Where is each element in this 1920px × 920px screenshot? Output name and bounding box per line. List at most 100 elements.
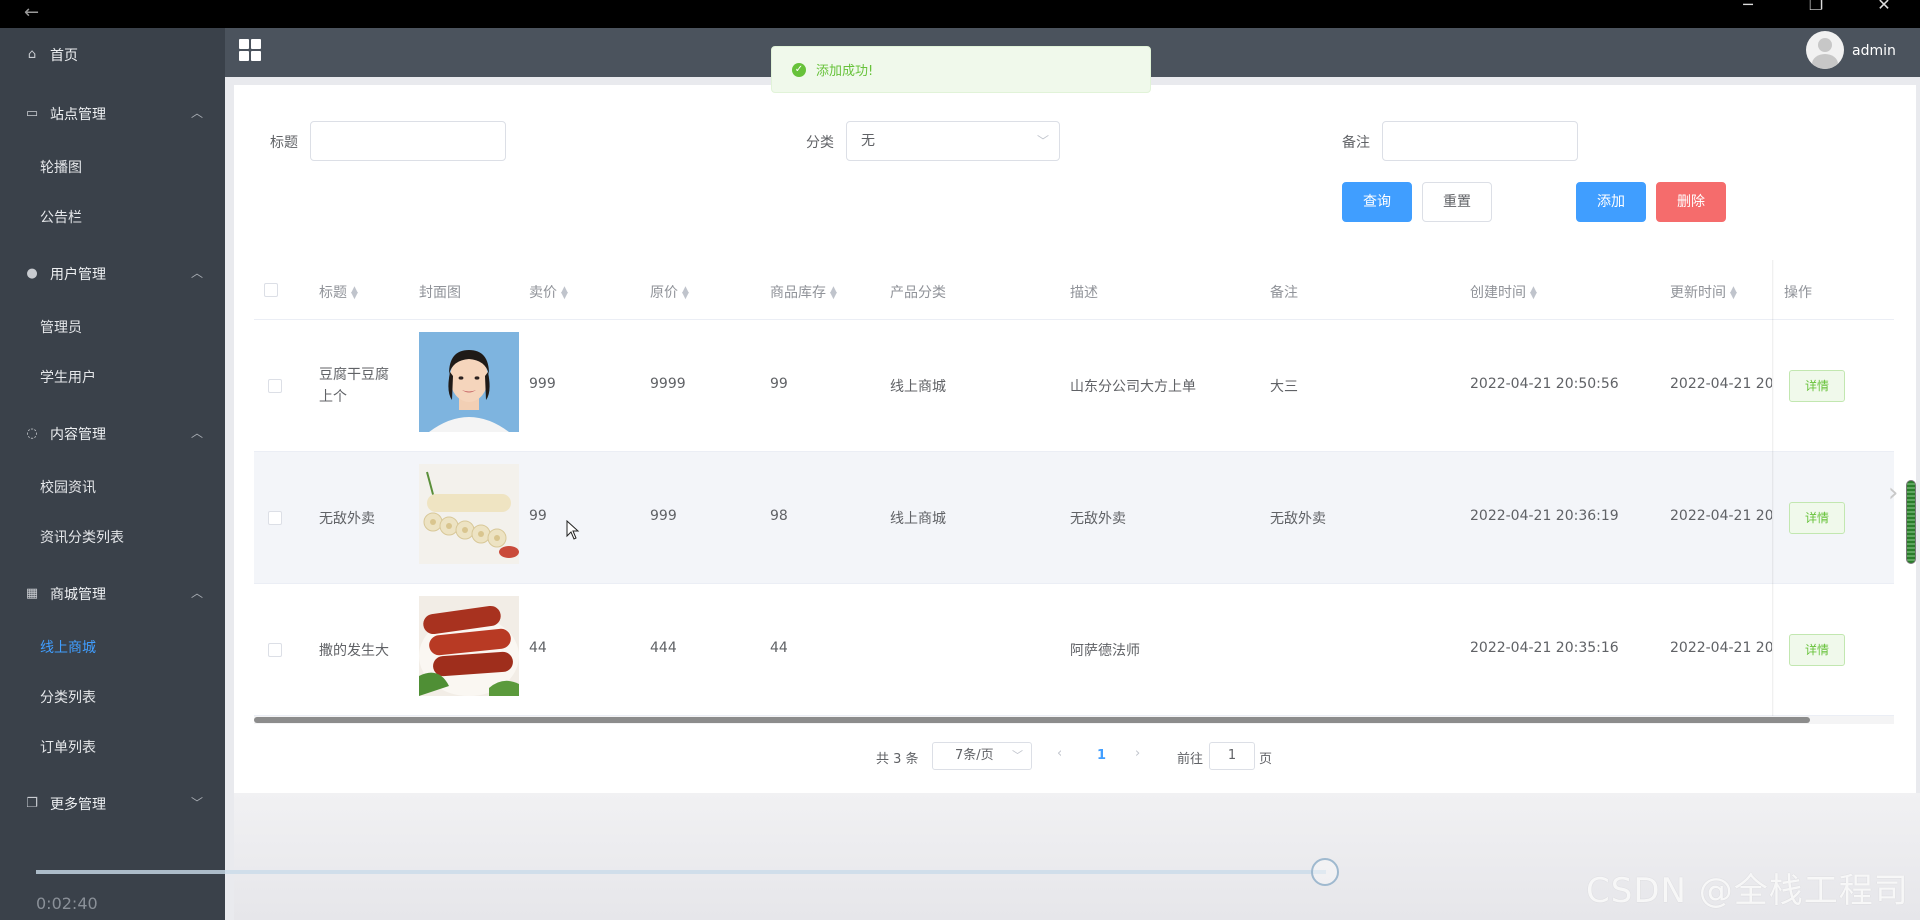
chevron-up-icon: ︿ xyxy=(190,106,203,120)
video-time: 0:02:40 xyxy=(36,894,98,913)
column-header-sell-price[interactable]: 卖价 ▲ ▼ xyxy=(529,282,568,302)
horizontal-scrollbar[interactable] xyxy=(254,716,1894,724)
page-size-select[interactable]: 7条/页 ﹀ xyxy=(932,742,1032,770)
chevron-right-icon[interactable]: › xyxy=(1888,478,1898,508)
pagination-total: 共 3 条 xyxy=(876,752,919,767)
cell-stock: 44 xyxy=(770,640,788,656)
add-button[interactable]: 添加 xyxy=(1576,182,1646,222)
check-circle-icon: ✓ xyxy=(792,62,806,77)
table-row[interactable]: 豆腐干豆腐上个 999 9999 99 线上商城 山东分公司大方上单 大三 20… xyxy=(254,320,1894,452)
close-icon[interactable]: ✕ xyxy=(1864,0,1904,28)
column-header-updated[interactable]: 更新时间 ▲ ▼ xyxy=(1670,282,1737,302)
remark-filter-input[interactable] xyxy=(1382,121,1578,161)
sidebar-item-carousel[interactable]: 轮播图 xyxy=(0,142,225,192)
back-arrow-icon[interactable]: ← xyxy=(24,2,39,23)
sidebar-group-more[interactable]: ❐ 更多管理 ﹀ xyxy=(0,776,225,832)
sidebar-item-home[interactable]: ⌂ 首页 xyxy=(0,28,225,82)
cell-desc: 阿萨德法师 xyxy=(1070,643,1140,659)
sidebar-item-admins[interactable]: 管理员 xyxy=(0,302,225,352)
next-page-icon[interactable]: › xyxy=(1135,746,1140,761)
sidebar-item-label: 订单列表 xyxy=(40,740,96,756)
monitor-icon: ▭ xyxy=(25,106,39,121)
sidebar-item-order-list[interactable]: 订单列表 xyxy=(0,722,225,772)
sort-icon: ▲ ▼ xyxy=(830,285,837,301)
detail-button[interactable]: 详情 xyxy=(1789,634,1845,666)
category-filter-select[interactable]: 无 ﹀ xyxy=(846,121,1060,161)
sidebar-item-students[interactable]: 学生用户 xyxy=(0,352,225,402)
sidebar-group-mall[interactable]: ▦ 商城管理 ︿ xyxy=(0,566,225,622)
reset-button[interactable]: 重置 xyxy=(1422,182,1492,222)
sidebar-group-content[interactable]: ◌ 内容管理 ︿ xyxy=(0,406,225,462)
sidebar-item-label: 公告栏 xyxy=(40,210,82,226)
sidebar-group-label: 内容管理 xyxy=(50,427,106,443)
remark-filter-label: 备注 xyxy=(1342,135,1370,151)
sidebar-item-online-mall[interactable]: 线上商城 xyxy=(0,622,225,672)
cell-orig-price: 999 xyxy=(650,508,677,524)
sidebar-group-label: 更多管理 xyxy=(50,797,106,813)
chevron-down-icon: ﹀ xyxy=(1012,749,1023,762)
restore-icon[interactable]: ❐ xyxy=(1796,0,1836,28)
shop-icon: ▦ xyxy=(25,586,39,601)
cell-stock: 98 xyxy=(770,508,788,524)
username[interactable]: admin xyxy=(1852,43,1896,59)
cell-updated: 2022-04-21 20:4 xyxy=(1670,508,1772,524)
column-header-stock[interactable]: 商品库存 ▲ ▼ xyxy=(770,282,837,302)
cell-desc: 山东分公司大方上单 xyxy=(1070,379,1196,395)
goto-prefix: 前往 xyxy=(1177,752,1204,767)
query-button[interactable]: 查询 xyxy=(1342,182,1412,222)
sidebar-item-news-categories[interactable]: 资讯分类列表 xyxy=(0,512,225,562)
column-header-desc: 描述 xyxy=(1070,285,1098,301)
column-header-orig-price[interactable]: 原价 ▲ ▼ xyxy=(650,282,689,302)
sidebar-item-label: 学生用户 xyxy=(40,370,96,386)
delete-button[interactable]: 删除 xyxy=(1656,182,1726,222)
page-number-current[interactable]: 1 xyxy=(1097,748,1106,763)
copy-icon: ❐ xyxy=(26,796,38,811)
title-filter-label: 标题 xyxy=(270,135,298,151)
row-checkbox[interactable] xyxy=(268,511,282,525)
cell-category: 线上商城 xyxy=(890,379,946,395)
sidebar-item-label: 线上商城 xyxy=(40,640,96,656)
sidebar-item-label: 校园资讯 xyxy=(40,480,96,496)
sidebar-group-label: 用户管理 xyxy=(50,267,106,283)
sidebar-item-label: 分类列表 xyxy=(40,690,96,706)
table-row[interactable]: 无敌外卖 99 999 98 线上商城 无敌外卖 无敌外卖 2022-04-21… xyxy=(254,452,1894,584)
cell-created: 2022-04-21 20:35:16 xyxy=(1470,640,1619,656)
select-all-checkbox[interactable] xyxy=(264,283,278,297)
avatar[interactable] xyxy=(1806,31,1844,69)
cell-sell-price: 999 xyxy=(529,376,556,392)
cell-desc: 无敌外卖 xyxy=(1070,511,1126,527)
detail-button[interactable]: 详情 xyxy=(1789,502,1845,534)
sidebar-item-notice[interactable]: 公告栏 xyxy=(0,192,225,242)
column-header-created[interactable]: 创建时间 ▲ ▼ xyxy=(1470,282,1537,302)
sidebar-group-users[interactable]: ● 用户管理 ︿ xyxy=(0,246,225,302)
video-progress-knob[interactable] xyxy=(1311,858,1339,886)
row-checkbox[interactable] xyxy=(268,379,282,393)
cell-updated: 2022-04-21 20:3 xyxy=(1670,640,1772,656)
menu-grid-icon[interactable] xyxy=(239,39,261,61)
success-toast: ✓ 添加成功! xyxy=(771,46,1151,93)
video-progress-bar[interactable] xyxy=(36,870,1326,874)
sidebar-item-category-list[interactable]: 分类列表 xyxy=(0,672,225,722)
sidebar-group-site[interactable]: ▭ 站点管理 ︿ xyxy=(0,86,225,142)
row-checkbox[interactable] xyxy=(268,643,282,657)
minimize-icon[interactable]: ─ xyxy=(1728,0,1768,28)
detail-button[interactable]: 详情 xyxy=(1789,370,1845,402)
sidebar-item-label: 管理员 xyxy=(40,320,82,336)
cell-title: 无敌外卖 xyxy=(319,511,375,527)
sidebar-item-campus-news[interactable]: 校园资讯 xyxy=(0,462,225,512)
chevron-up-icon: ︿ xyxy=(190,266,203,280)
vertical-scrollbar[interactable] xyxy=(1906,480,1916,564)
sidebar-group-label: 站点管理 xyxy=(50,107,106,123)
scrollbar-thumb[interactable] xyxy=(254,717,1810,723)
goto-page-input[interactable]: 1 xyxy=(1209,742,1255,770)
column-header-title[interactable]: 标题 ▲ ▼ xyxy=(319,282,358,302)
sort-icon: ▲ ▼ xyxy=(1730,285,1737,301)
sort-icon: ▲ ▼ xyxy=(1530,285,1537,301)
table-row[interactable]: 撒的发生大 44 444 44 阿萨德法师 2022-04-21 20:35:1… xyxy=(254,584,1894,716)
title-filter-input[interactable] xyxy=(310,121,506,161)
sidebar-item-label: 资讯分类列表 xyxy=(40,530,124,546)
cell-category: 线上商城 xyxy=(890,511,946,527)
prev-page-icon[interactable]: ‹ xyxy=(1057,746,1062,761)
chevron-up-icon: ︿ xyxy=(190,586,203,600)
os-title-bar: ← ─ ❐ ✕ xyxy=(0,0,1920,28)
